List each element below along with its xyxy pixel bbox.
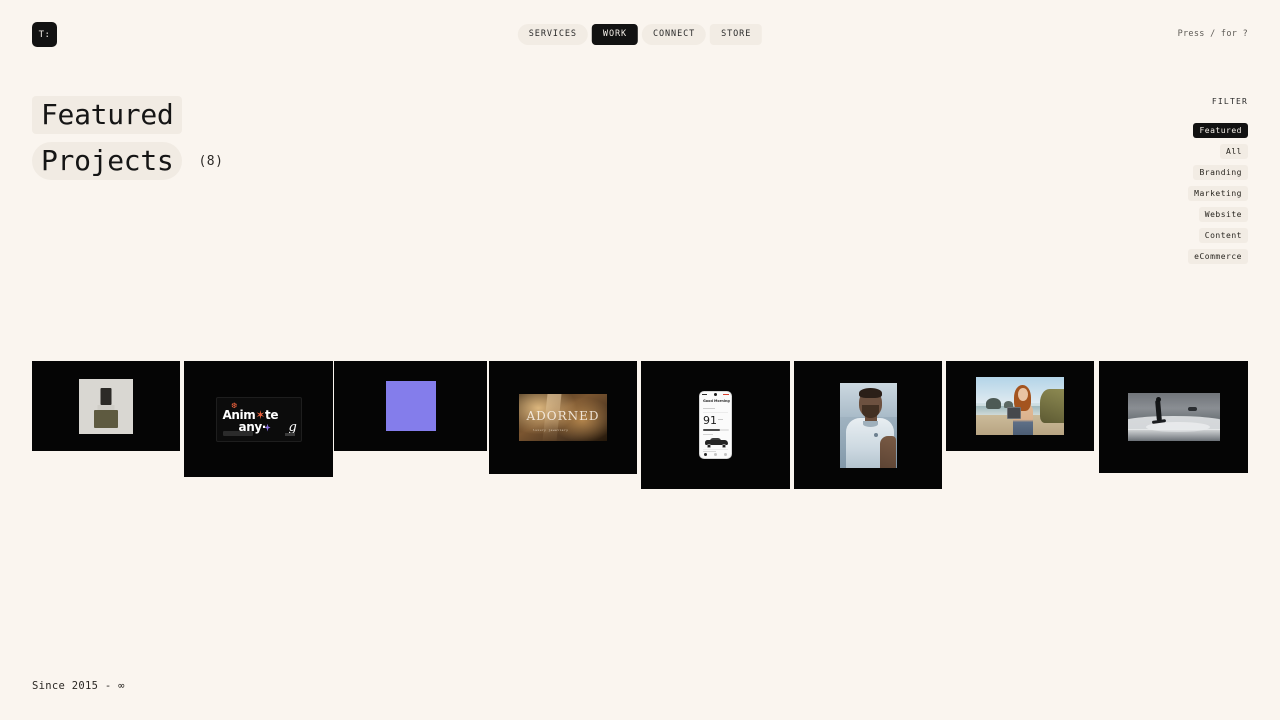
page-title-featured: Featured [32,96,183,134]
main-navigation: SERVICES WORK CONNECT STORE [517,24,763,45]
athlete-arm-shape [879,435,896,468]
athlete-collar-shape [862,420,878,427]
phone-section-label [703,434,713,436]
bottle-body-shape [94,409,118,428]
project-card-purple-block[interactable] [334,361,487,451]
filter-label-branding: Branding [1199,168,1242,177]
project-card-animate-anything[interactable]: ❆ Anim✶te any· g [184,361,333,477]
filter-label-marketing: Marketing [1194,189,1242,198]
page-title-line-1: Featured [32,96,223,134]
phone-greeting-text: Good Morning [703,399,730,403]
beach-rock-large [986,398,1001,409]
page-title-line-2: Projects (8) [32,142,223,180]
phone-progress-track [703,429,729,431]
beach-held-object [1007,407,1021,419]
filter-item-marketing[interactable]: Marketing [1188,186,1248,201]
project-thumb-phone-mockup: Good Morning 91 [699,391,732,459]
phone-tab-home [703,453,707,456]
phone-progress-fill [703,429,720,431]
animate-text-post: te [265,407,279,422]
phone-status-right [723,393,729,396]
filter-item-ecommerce[interactable]: eCommerce [1188,249,1248,264]
project-count: (8) [198,153,224,169]
nav-label-connect: CONNECT [653,29,696,39]
surfer-head-shape [1155,397,1161,402]
project-card-beach-lifestyle[interactable] [946,361,1094,451]
phone-status-left [702,393,707,396]
filter-item-branding[interactable]: Branding [1193,165,1248,180]
project-card-perfume-bottle[interactable] [32,361,180,451]
site-header: T: SERVICES WORK CONNECT STORE Press / f… [0,0,1280,70]
animate-meta-bar [284,432,295,436]
adorned-wordmark: ADORNED [526,408,600,423]
distant-surfer-shape [1187,407,1197,411]
filter-label-featured: Featured [1199,126,1242,135]
beach-model-face [1018,388,1028,401]
nav-item-services[interactable]: SERVICES [517,24,588,45]
phone-camera-notch [713,393,717,396]
project-card-mobile-app[interactable]: Good Morning 91 [641,361,790,489]
surf-foam-layer [1127,428,1220,441]
keyboard-shortcut-hint[interactable]: Press / for ? [1178,29,1248,39]
project-thumb-animate: ❆ Anim✶te any· g [215,396,302,442]
filter-heading: FILTER [1211,97,1248,106]
nav-label-work: WORK [602,29,627,39]
filter-label-all: All [1226,147,1242,156]
filter-item-website[interactable]: Website [1198,207,1248,222]
filter-label-ecommerce: eCommerce [1194,252,1242,261]
project-card-surfer[interactable] [1099,361,1248,473]
phone-tab-profile [724,453,728,456]
project-thumb-perfume [79,378,133,434]
car-illustration [704,438,729,448]
animate-caption-bar [222,430,253,436]
project-thumb-purple [385,381,436,431]
phone-greeting-subline [703,408,715,410]
nav-item-work[interactable]: WORK [591,24,638,45]
project-thumb-beach [976,377,1064,435]
page-title-projects: Projects [32,142,183,180]
car-wheel-left [707,444,711,448]
bottle-cap-shape [100,387,112,405]
filter-panel: FILTER Featured All Branding Marketing W… [1188,97,1248,270]
phone-divider-top [703,412,728,413]
phone-tab-stats [713,453,717,456]
shirt-logo-icon [873,432,878,437]
filter-item-featured[interactable]: Featured [1193,123,1248,138]
filter-label-content: Content [1204,231,1242,240]
nav-item-connect[interactable]: CONNECT [642,24,707,45]
athlete-beard-shape [861,404,879,418]
beach-cliff-shape [1040,389,1064,423]
filter-item-all[interactable]: All [1220,144,1248,159]
footer-since-label: Since 2015 - ∞ [32,680,125,692]
athlete-hair-shape [858,387,882,398]
nav-label-services: SERVICES [528,29,577,39]
filter-item-content[interactable]: Content [1198,228,1248,243]
car-wheel-right [722,444,726,448]
page-title: Featured Projects (8) [32,96,223,180]
adorned-subtitle: luxury jewellery [533,428,569,432]
phone-status-bar [700,392,731,397]
nav-item-store[interactable]: STORE [710,24,763,45]
animate-text2-post: · [261,419,267,434]
project-thumb-surfer [1127,393,1220,441]
phone-divider-bottom [703,449,728,450]
project-thumb-athlete [839,382,897,468]
brand-logo[interactable]: T: [32,22,57,47]
phone-tab-bar [700,453,731,456]
nav-label-store: STORE [721,29,752,39]
brand-logo-text: T: [38,29,51,40]
project-card-athlete-portrait[interactable] [794,361,942,489]
project-card-adorned[interactable]: ADORNED luxury jewellery [489,361,637,474]
phone-score-unit [718,419,723,421]
phone-score-value: 91 [703,414,717,427]
project-thumb-adorned: ADORNED luxury jewellery [519,394,607,441]
filter-label-website: Website [1204,210,1242,219]
